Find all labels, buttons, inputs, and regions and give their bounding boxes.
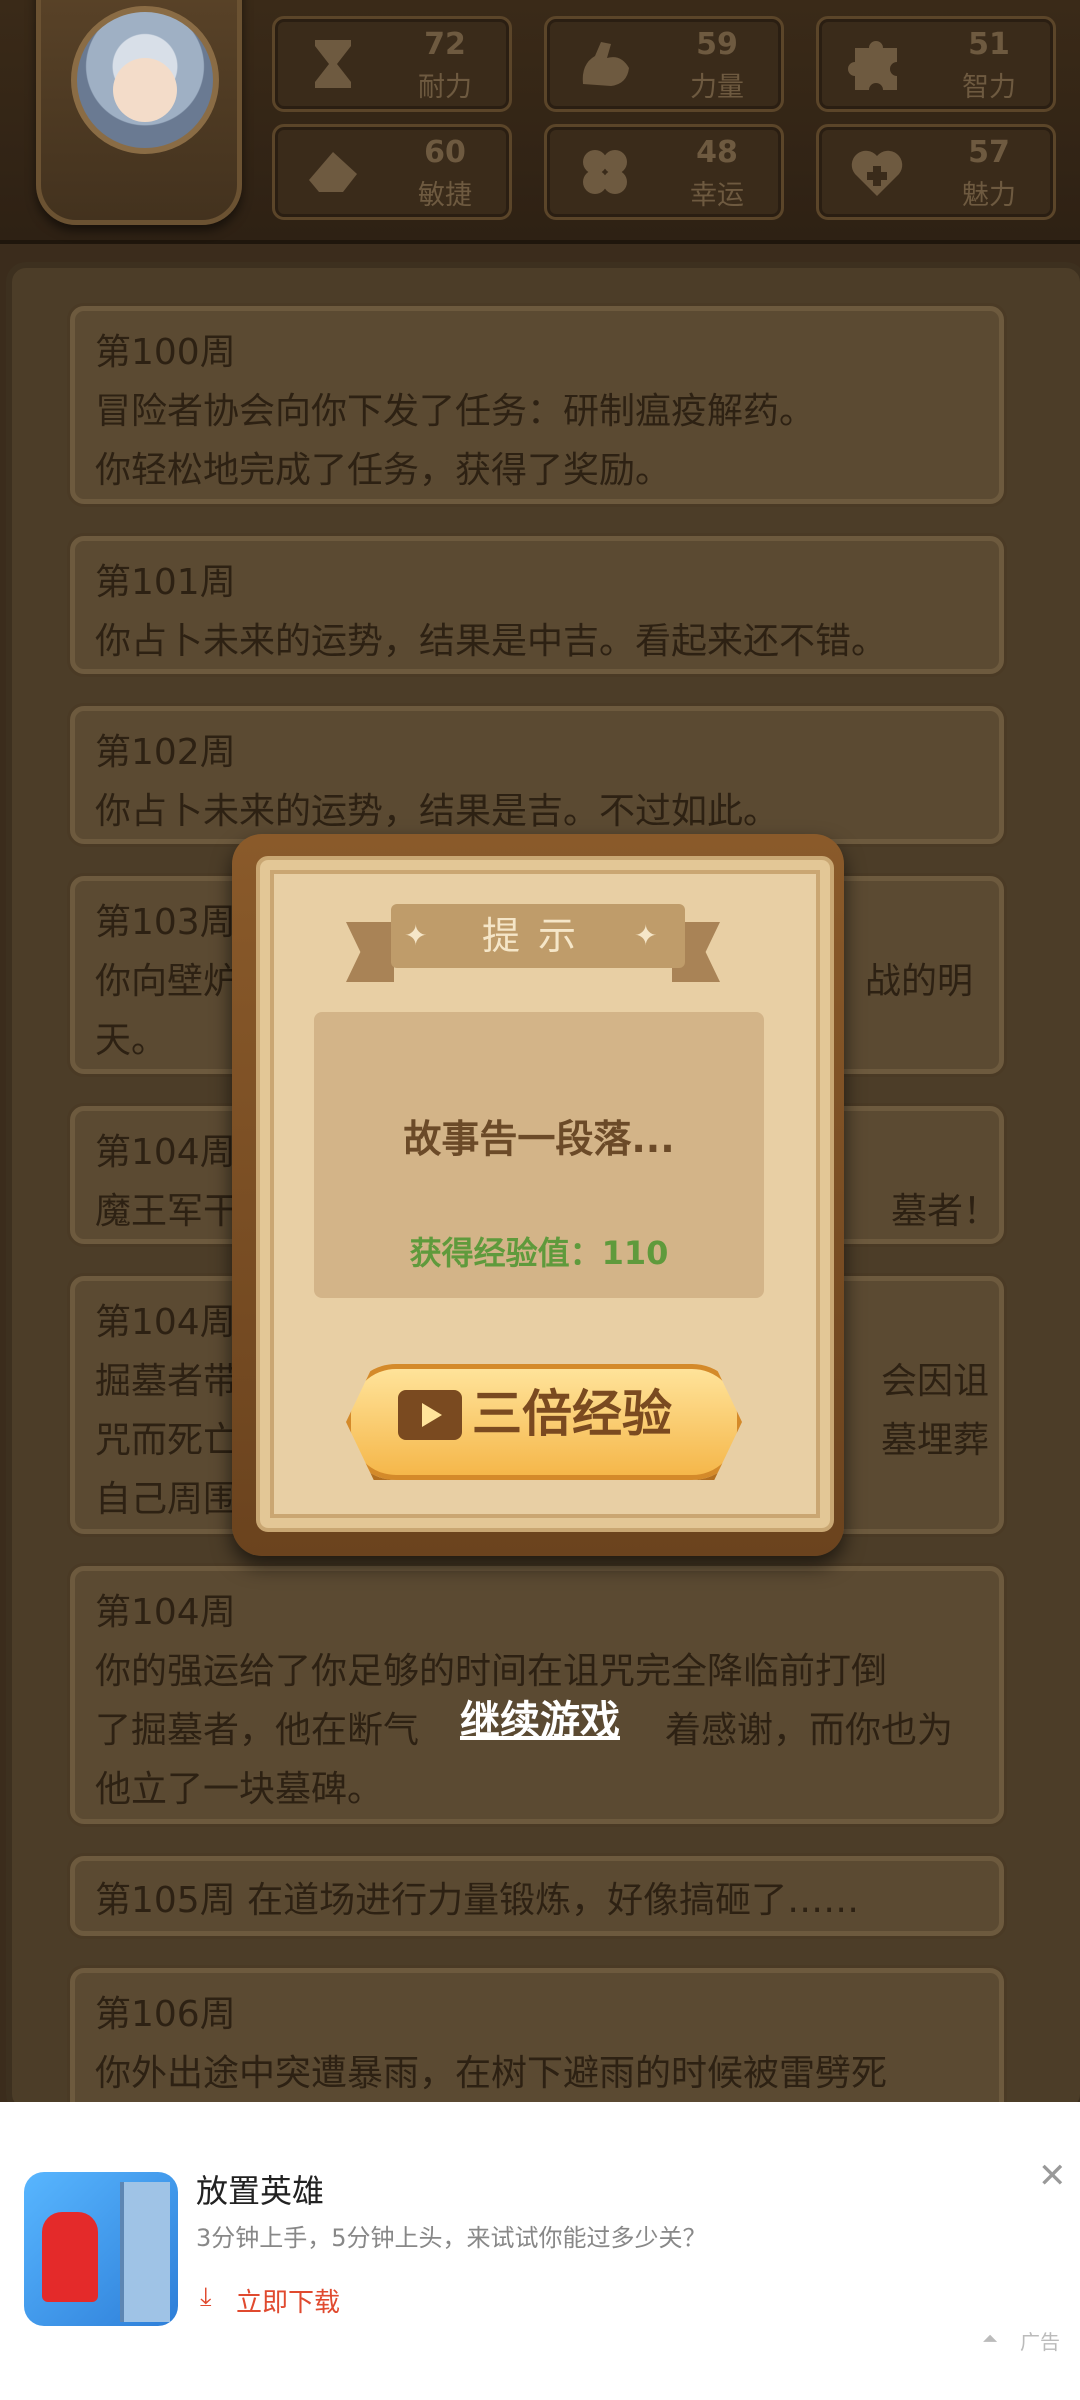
continue-game-link[interactable]: 继续游戏 xyxy=(440,1688,640,1746)
event-week: 第102周 xyxy=(95,732,236,773)
avatar-face xyxy=(113,58,177,122)
stat-label: 敏捷 xyxy=(418,180,472,211)
heart-plus-icon xyxy=(851,150,903,196)
event-text-partial: 战的明 xyxy=(865,961,974,1002)
event-card: 第106周 你外出途中突遭暴雨，在树下避雨的时候被雷劈死 xyxy=(70,1968,1004,2102)
ad-app-icon[interactable] xyxy=(24,2172,178,2326)
event-card: 第100周 冒险者协会向你下发了任务：研制瘟疫解药。 你轻松地完成了任务，获得了… xyxy=(70,306,1004,504)
stat-strength: 59 力量 xyxy=(544,16,784,112)
event-week: 第104周 xyxy=(95,1592,236,1633)
stat-label: 魅力 xyxy=(962,180,1016,211)
event-text-partial: 会因诅 xyxy=(881,1361,990,1402)
stat-agility: 60 敏捷 xyxy=(272,124,512,220)
avatar[interactable] xyxy=(71,6,219,154)
tower-figure xyxy=(120,2182,170,2322)
stat-label: 智力 xyxy=(962,72,1016,103)
clover-icon xyxy=(583,150,627,194)
puzzle-piece-icon xyxy=(848,41,897,90)
stats-bar: 72 耐力 59 力量 51 智力 60 敏捷 48 幸运 57 魅力 xyxy=(0,0,1080,244)
event-text: 你轻松地完成了任务，获得了奖励。 xyxy=(95,450,672,491)
stat-endurance: 72 耐力 xyxy=(272,16,512,112)
stat-intelligence: 51 智力 xyxy=(816,16,1056,112)
modal-message: 故事告一段落... xyxy=(403,1117,675,1161)
ad-description: 3分钟上手，5分钟上头，来试试你能过多少关？ xyxy=(196,2224,707,2252)
event-text: 你外出途中突遭暴雨，在树下避雨的时候被雷劈死 xyxy=(95,2053,888,2094)
event-text: 第105周 在道场进行力量锻炼，好像搞砸了…… xyxy=(95,1880,860,1921)
video-play-icon xyxy=(398,1390,462,1440)
event-text-partial: 墓者！ xyxy=(891,1191,1000,1232)
event-card: 第101周 你占卜未来的运势，结果是中吉。看起来还不错。 xyxy=(70,536,1004,674)
eraser-icon xyxy=(309,152,357,192)
stat-luck: 48 幸运 xyxy=(544,124,784,220)
exp-reward-text: 获得经验值：110 xyxy=(409,1234,669,1272)
ad-download-button[interactable]: 立即下载 xyxy=(236,2282,340,2319)
stat-value: 59 xyxy=(696,27,738,62)
event-text: 冒险者协会向你下发了任务：研制瘟疫解药。 xyxy=(95,391,816,432)
stat-value: 72 xyxy=(424,27,466,62)
event-text-partial: 着感谢，而你也为 xyxy=(665,1710,954,1751)
event-week: 第100周 xyxy=(95,332,236,373)
stat-label: 幸运 xyxy=(690,180,744,211)
event-text: 你占卜未来的运势，结果是中吉。看起来还不错。 xyxy=(95,621,888,662)
event-text: 你占卜未来的运势，结果是吉。不过如此。 xyxy=(95,791,780,832)
event-week: 第106周 xyxy=(95,1994,236,2035)
ad-logo-icon: ⏶ xyxy=(982,2326,998,2350)
hero-figure xyxy=(42,2212,98,2302)
stat-label: 耐力 xyxy=(418,72,472,103)
event-week: 第101周 xyxy=(95,562,236,603)
triple-exp-label[interactable]: 三倍经验 xyxy=(472,1384,692,1444)
event-text-partial: 墓埋葬 xyxy=(881,1420,990,1461)
ad-tag: 广告 xyxy=(1020,2330,1060,2354)
stat-value: 57 xyxy=(968,135,1010,170)
stat-charm: 57 魅力 xyxy=(816,124,1056,220)
stat-value: 48 xyxy=(696,135,738,170)
event-text: 他立了一块墓碑。 xyxy=(95,1769,384,1810)
stat-label: 力量 xyxy=(690,72,744,103)
event-card: 第105周 在道场进行力量锻炼，好像搞砸了…… xyxy=(70,1856,1004,1936)
modal-title: 提示 xyxy=(481,914,594,958)
download-icon[interactable]: ⤓ xyxy=(200,2282,212,2313)
avatar-frame xyxy=(36,0,242,225)
stat-value: 51 xyxy=(968,27,1010,62)
close-icon[interactable]: ✕ xyxy=(1038,2156,1067,2196)
muscle-arm-icon xyxy=(582,42,629,86)
stat-value: 60 xyxy=(424,135,466,170)
hourglass-icon xyxy=(315,40,351,88)
ad-title[interactable]: 放置英雄 xyxy=(196,2166,324,2212)
event-card: 第102周 你占卜未来的运势，结果是吉。不过如此。 xyxy=(70,706,1004,844)
